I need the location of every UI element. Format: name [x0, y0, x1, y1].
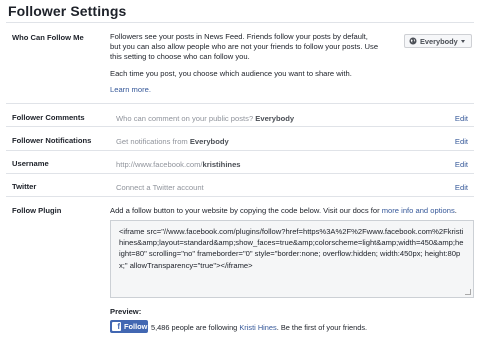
preview-label: Preview: — [110, 307, 142, 316]
follow-plugin-intro: Add a follow button to your website by c… — [110, 206, 457, 215]
follow-button-label: Follow — [124, 322, 148, 331]
username-edit-link[interactable]: Edit — [455, 160, 468, 169]
audience-note: Each time you post, you choose which aud… — [110, 69, 352, 78]
follower-notifications-label: Follower Notifications — [12, 136, 92, 145]
divider — [6, 22, 474, 23]
divider — [6, 196, 474, 197]
follower-notifications-value: Get notifications from Everybody — [116, 137, 229, 146]
username-value: http://www.facebook.com/kristihines — [116, 160, 241, 169]
facebook-f-icon: f — [112, 322, 121, 331]
follower-comments-value: Who can comment on your public posts? Ev… — [116, 114, 295, 123]
follower-notifications-edit-link[interactable]: Edit — [455, 137, 468, 146]
learn-more-link[interactable]: Learn more. — [110, 85, 380, 95]
embed-code-textarea[interactable]: <iframe src="//www.facebook.com/plugins/… — [110, 220, 474, 298]
twitter-edit-link[interactable]: Edit — [455, 183, 468, 192]
divider — [6, 150, 474, 151]
follower-comments-edit-link[interactable]: Edit — [455, 114, 468, 123]
follower-comments-label: Follower Comments — [12, 113, 85, 122]
follower-count-text: 5,486 people are following Kristi Hines.… — [151, 323, 368, 332]
divider — [6, 103, 474, 104]
username-label: Username — [12, 159, 49, 168]
more-info-link[interactable]: more info and options — [382, 206, 455, 215]
chevron-down-icon — [460, 39, 465, 43]
audience-selector-button[interactable]: Everybody — [404, 34, 472, 48]
resize-handle[interactable] — [465, 289, 471, 295]
profile-name-link[interactable]: Kristi Hines — [239, 323, 276, 332]
twitter-value: Connect a Twitter account — [116, 183, 204, 192]
globe-icon — [409, 37, 417, 45]
who-can-follow-label: Who Can Follow Me — [12, 33, 84, 42]
page-title: Follower Settings — [8, 3, 127, 19]
audience-selector-label: Everybody — [420, 36, 458, 46]
follow-plugin-label: Follow Plugin — [12, 206, 62, 215]
who-can-follow-description: Followers see your posts in News Feed. F… — [110, 32, 379, 62]
divider — [6, 126, 474, 127]
divider — [6, 173, 474, 174]
follow-button[interactable]: f Follow — [110, 320, 148, 333]
twitter-label: Twitter — [12, 182, 37, 191]
